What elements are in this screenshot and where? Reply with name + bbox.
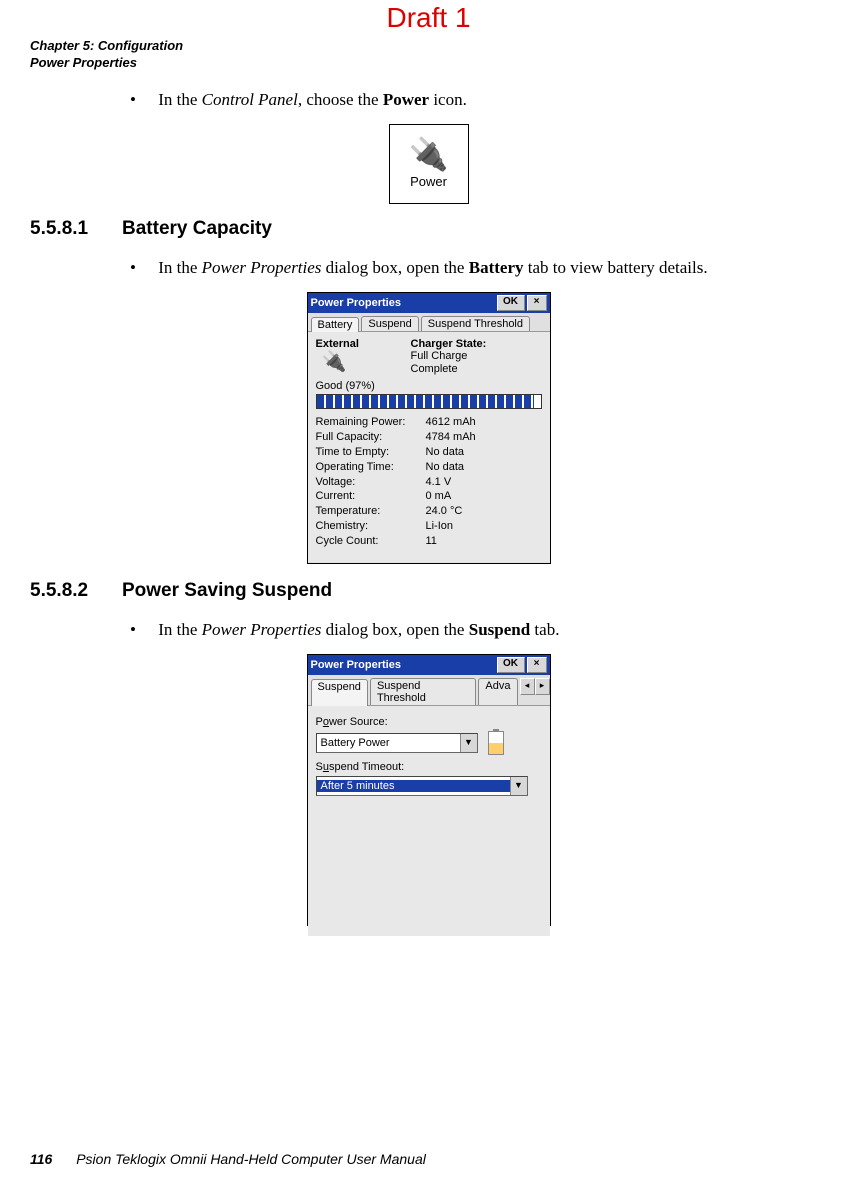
tab-suspend-threshold[interactable]: Suspend Threshold (370, 678, 476, 705)
charger-state-label: Charger State: (411, 338, 487, 350)
battery-progress (316, 394, 542, 409)
tab-row: Suspend Suspend Threshold Adva ◂ ▸ (308, 675, 550, 706)
dialog-body: Power Source: Battery Power ▼ Suspend Ti… (308, 706, 550, 936)
tab-scroll-right[interactable]: ▸ (535, 678, 550, 695)
dialog-title: Power Properties (311, 297, 495, 309)
stat-k: Full Capacity: (316, 430, 426, 445)
stat-v: Li-Ion (426, 519, 542, 534)
tab-advanced[interactable]: Adva (478, 678, 517, 705)
power-source-label: Power Source: (316, 716, 542, 728)
power-icon-tile[interactable]: 🔌 Power (389, 124, 469, 204)
sec1-num: 5.5.8.1 (30, 218, 122, 240)
power-properties-battery-dialog: Power Properties OK × Battery Suspend Su… (307, 292, 551, 564)
tab-battery[interactable]: Battery (311, 317, 360, 332)
power-source-combo[interactable]: Battery Power ▼ (316, 733, 478, 753)
b1-mid: , choose the (298, 90, 383, 109)
tab-scroll-left[interactable]: ◂ (520, 678, 535, 695)
power-plug-icon: 🔌 (409, 138, 449, 170)
lbl-part: P (316, 716, 323, 728)
stat-v: 4.1 V (426, 475, 542, 490)
b3-ital: Power Properties (202, 620, 322, 639)
stat-v: 24.0 °C (426, 504, 542, 519)
tab-suspend[interactable]: Suspend (361, 316, 418, 331)
stat-k: Cycle Count: (316, 534, 426, 549)
footer-text: Psion Teklogix Omnii Hand-Held Computer … (76, 1151, 426, 1167)
stat-v: 0 mA (426, 489, 542, 504)
b2-ital: Power Properties (202, 258, 322, 277)
b2-mid: dialog box, open the (321, 258, 468, 277)
lbl-part: wer Source: (329, 716, 388, 728)
section-5582: 5.5.8.2Power Saving Suspend (30, 580, 827, 602)
bullet-3: • In the Power Properties dialog box, op… (130, 620, 827, 640)
bullet-dot: • (130, 258, 136, 277)
close-button[interactable]: × (527, 295, 547, 311)
combo-value: Battery Power (317, 737, 460, 749)
charger-line2: Complete (411, 363, 487, 376)
chapter-header: Chapter 5: Configuration Power Propertie… (30, 38, 827, 72)
ok-button[interactable]: OK (497, 657, 525, 673)
bullet-dot: • (130, 90, 136, 109)
close-button[interactable]: × (527, 657, 547, 673)
b2-post: tab to view battery details. (524, 258, 708, 277)
stat-v: No data (426, 460, 542, 475)
power-properties-suspend-dialog: Power Properties OK × Suspend Suspend Th… (307, 654, 551, 926)
stat-k: Current: (316, 489, 426, 504)
stat-v: 11 (426, 534, 542, 549)
suspend-timeout-combo[interactable]: After 5 minutes ▼ (316, 776, 528, 796)
stat-v: 4784 mAh (426, 430, 542, 445)
power-icon-label: Power (410, 174, 447, 189)
combo-value: After 5 minutes (317, 780, 510, 792)
stat-v: 4612 mAh (426, 415, 542, 430)
tab-suspend[interactable]: Suspend (311, 679, 368, 706)
battery-stats: Remaining Power:4612 mAh Full Capacity:4… (316, 415, 542, 549)
chapter-line2: Power Properties (30, 55, 827, 72)
b2-pre: In the (158, 258, 201, 277)
dialog-title: Power Properties (311, 659, 495, 671)
chevron-down-icon[interactable]: ▼ (460, 734, 477, 752)
tab-row: Battery Suspend Suspend Threshold (308, 313, 550, 332)
battery-icon (488, 731, 504, 755)
section-5581: 5.5.8.1Battery Capacity (30, 218, 827, 240)
stat-k: Remaining Power: (316, 415, 426, 430)
b3-mid: dialog box, open the (321, 620, 468, 639)
external-label: External (316, 338, 411, 350)
dialog-body: External 🔌 Charger State: Full Charge Co… (308, 332, 550, 562)
sec1-title: Battery Capacity (122, 218, 272, 239)
suspend-timeout-label: Suspend Timeout: (316, 761, 542, 773)
stat-k: Temperature: (316, 504, 426, 519)
stat-k: Time to Empty: (316, 445, 426, 460)
stat-v: No data (426, 445, 542, 460)
titlebar: Power Properties OK × (308, 293, 550, 313)
page-footer: 116 Psion Teklogix Omnii Hand-Held Compu… (30, 1151, 426, 1167)
ok-button[interactable]: OK (497, 295, 525, 311)
tab-suspend-threshold[interactable]: Suspend Threshold (421, 316, 530, 331)
b1-post: icon. (429, 90, 467, 109)
b1-ital: Control Panel (202, 90, 298, 109)
charger-line1: Full Charge (411, 350, 487, 363)
chevron-down-icon[interactable]: ▼ (510, 777, 527, 795)
b3-post: tab. (530, 620, 559, 639)
b2-bold: Battery (469, 258, 524, 277)
bullet-2: • In the Power Properties dialog box, op… (130, 258, 827, 278)
stat-k: Voltage: (316, 475, 426, 490)
b1-bold: Power (383, 90, 429, 109)
sec2-num: 5.5.8.2 (30, 580, 122, 602)
page-number: 116 (30, 1151, 52, 1167)
stat-k: Chemistry: (316, 519, 426, 534)
b3-pre: In the (158, 620, 201, 639)
good-percent: Good (97%) (316, 380, 542, 392)
sec2-title: Power Saving Suspend (122, 580, 332, 601)
bullet-dot: • (130, 620, 136, 639)
lbl-part: spend Timeout: (329, 761, 404, 773)
b3-bold: Suspend (469, 620, 530, 639)
lbl-part: S (316, 761, 323, 773)
chapter-line1: Chapter 5: Configuration (30, 38, 827, 55)
b1-pre: In the (158, 90, 201, 109)
plug-icon: 🔌 (322, 352, 411, 372)
bullet-1: • In the Control Panel, choose the Power… (130, 90, 827, 110)
titlebar: Power Properties OK × (308, 655, 550, 675)
draft-watermark: Draft 1 (0, 2, 857, 34)
stat-k: Operating Time: (316, 460, 426, 475)
